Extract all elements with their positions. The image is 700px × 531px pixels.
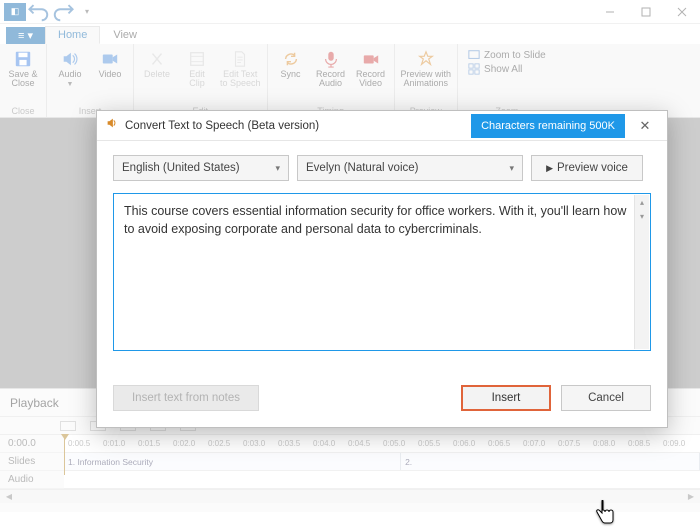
dialog-close-button[interactable]: ✕ — [631, 112, 659, 140]
preview-voice-label: Preview voice — [557, 162, 628, 174]
dialog-title: Convert Text to Speech (Beta version) — [125, 120, 319, 132]
textarea-scrollbar[interactable]: ▴ ▾ — [634, 195, 649, 349]
dialog-titlebar: Convert Text to Speech (Beta version) Ch… — [97, 111, 667, 141]
insert-from-notes-button[interactable]: Insert text from notes — [113, 385, 259, 411]
language-value: English (United States) — [122, 162, 240, 174]
play-icon: ▶ — [546, 163, 553, 174]
characters-remaining-badge: Characters remaining 500K — [471, 114, 625, 138]
insert-button[interactable]: Insert — [461, 385, 551, 411]
voice-select[interactable]: Evelyn (Natural voice) ▾ — [297, 155, 523, 181]
preview-voice-button[interactable]: ▶ Preview voice — [531, 155, 643, 181]
tts-text-input[interactable] — [114, 194, 650, 350]
scroll-up-icon[interactable]: ▴ — [635, 195, 649, 209]
voice-value: Evelyn (Natural voice) — [306, 162, 418, 174]
language-select[interactable]: English (United States) ▾ — [113, 155, 289, 181]
chevron-down-icon: ▾ — [509, 163, 514, 174]
scroll-down-icon[interactable]: ▾ — [635, 209, 649, 223]
tts-dialog: Convert Text to Speech (Beta version) Ch… — [96, 110, 668, 428]
chevron-down-icon: ▾ — [275, 163, 280, 174]
tts-icon — [105, 116, 119, 135]
cancel-button[interactable]: Cancel — [561, 385, 651, 411]
text-input-wrapper: ▴ ▾ — [113, 193, 651, 351]
